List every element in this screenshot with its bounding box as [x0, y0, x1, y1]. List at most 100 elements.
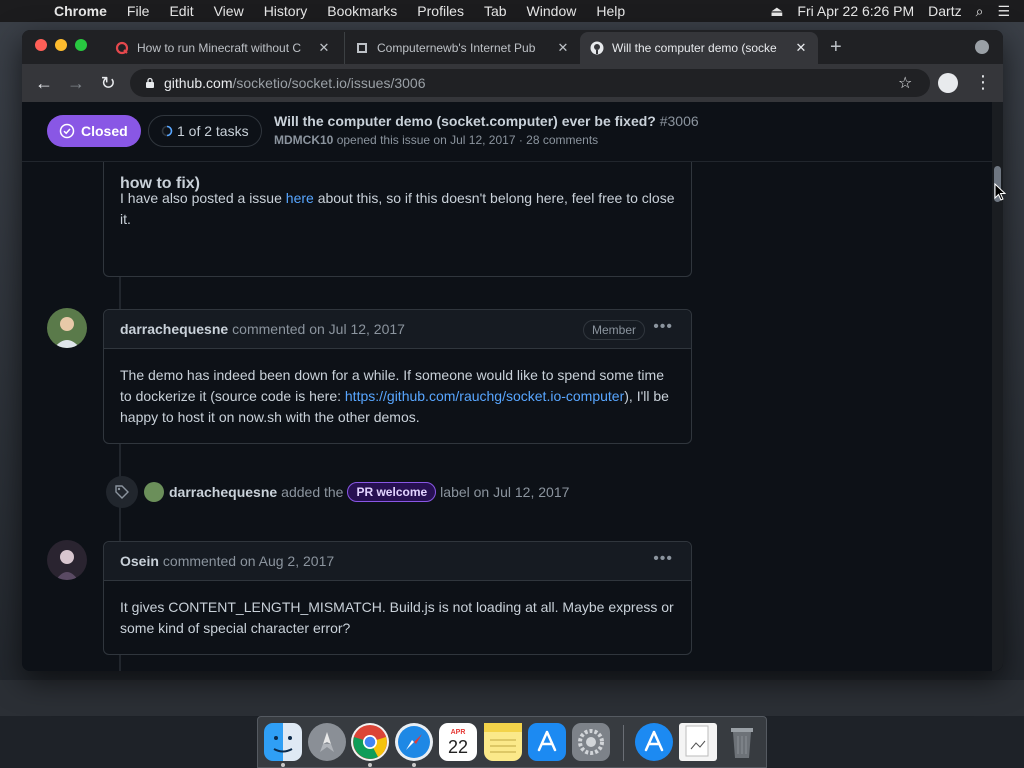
avatar[interactable]	[144, 482, 164, 502]
sticky-issue-header: Closed 1 of 2 tasks Will the computer de…	[22, 102, 992, 162]
reload-icon[interactable]: ↻	[95, 70, 121, 96]
event-text: added the	[281, 484, 344, 500]
issue-link[interactable]: here	[286, 190, 314, 206]
app-store-icon[interactable]	[528, 723, 566, 761]
dock-separator	[623, 725, 624, 761]
close-tab-icon[interactable]: ✕	[792, 40, 810, 56]
menu-file[interactable]: File	[127, 3, 150, 19]
member-badge: Member	[582, 320, 645, 340]
source-code-link[interactable]: https://github.com/rauchg/socket.io-comp…	[345, 388, 624, 404]
menu-window[interactable]: Window	[527, 3, 577, 19]
running-indicator	[412, 763, 416, 767]
comment-header: Osein commented on Aug 2, 2017 •••	[104, 542, 691, 581]
chrome-menu-icon[interactable]: ⋮	[974, 72, 992, 93]
minimize-window-button[interactable]	[55, 39, 67, 51]
menu-history[interactable]: History	[264, 3, 308, 19]
avatar[interactable]	[47, 540, 87, 580]
system-preferences-icon[interactable]	[572, 723, 610, 761]
avatar[interactable]	[47, 308, 87, 348]
task-progress[interactable]: 1 of 2 tasks	[148, 115, 262, 147]
issue-number: #3006	[659, 113, 699, 129]
tab-strip: How to run Minecraft without C ✕ Compute…	[22, 30, 1003, 64]
comment-date[interactable]: commented on Jul 12, 2017	[232, 321, 405, 337]
check-circle-icon	[59, 123, 75, 139]
timeline-line	[119, 277, 121, 309]
issue-author[interactable]: MDMCK10	[274, 133, 333, 147]
dock: APR 22	[257, 716, 767, 768]
control-center-icon[interactable]: ☰	[997, 3, 1010, 20]
pub-icon	[355, 41, 369, 55]
label-event: darrachequesne added the PR welcome labe…	[106, 476, 569, 508]
github-issue-page: how to fix) I have also posted a issue h…	[22, 102, 1003, 671]
close-tab-icon[interactable]: ✕	[315, 40, 333, 56]
address-bar[interactable]: github.com/socketio/socket.io/issues/300…	[130, 69, 930, 97]
comment-options-icon[interactable]: •••	[653, 318, 673, 336]
running-indicator	[368, 763, 372, 767]
profile-avatar-icon[interactable]	[938, 73, 958, 93]
calendar-icon[interactable]: APR 22	[439, 723, 477, 761]
menubar-clock[interactable]: Fri Apr 22 6:26 PM	[797, 3, 914, 19]
menu-edit[interactable]: Edit	[169, 3, 193, 19]
progress-ring-icon	[161, 125, 173, 137]
app-menu[interactable]: Chrome	[54, 3, 107, 19]
back-icon[interactable]: ←	[31, 70, 57, 96]
mouse-pointer-icon	[994, 183, 1006, 201]
close-tab-icon[interactable]: ✕	[554, 40, 572, 56]
url-path: /socketio/socket.io/issues/3006	[232, 75, 426, 91]
tab-title: How to run Minecraft without C	[137, 41, 302, 55]
tab-search-icon[interactable]	[975, 40, 989, 54]
comment-header: darrachequesne commented on Jul 12, 2017…	[104, 310, 691, 349]
comment-author[interactable]: darrachequesne	[120, 321, 228, 337]
forward-icon[interactable]: →	[63, 70, 89, 96]
calendar-month: APR	[450, 728, 466, 736]
comment-options-icon[interactable]: •••	[653, 550, 673, 568]
notes-icon[interactable]	[484, 723, 522, 761]
tab-title: Computernewb's Internet Pub	[377, 41, 536, 55]
issue-state-badge: Closed	[47, 115, 141, 147]
comment-body: I have also posted a issue here about th…	[104, 188, 691, 230]
quora-icon	[115, 41, 129, 55]
tab-title: Will the computer demo (socke	[612, 41, 777, 55]
event-date: label on Jul 12, 2017	[440, 484, 570, 500]
macos-menu-bar: Chrome File Edit View History Bookmarks …	[0, 0, 1024, 22]
menubar-user[interactable]: Dartz	[928, 3, 961, 19]
github-icon	[590, 41, 604, 55]
url-host: github.com	[164, 75, 233, 91]
tab-minecraft[interactable]: How to run Minecraft without C ✕	[105, 32, 341, 64]
spotlight-icon[interactable]: ⌕	[976, 3, 984, 20]
browser-window: How to run Minecraft without C ✕ Compute…	[22, 30, 1003, 671]
tab-computernewb[interactable]: Computernewb's Internet Pub ✕	[344, 32, 580, 64]
menu-profiles[interactable]: Profiles	[417, 3, 464, 19]
comment-body: It gives CONTENT_LENGTH_MISMATCH. Build.…	[120, 599, 674, 636]
chrome-icon[interactable]	[351, 723, 389, 761]
menu-bookmarks[interactable]: Bookmarks	[327, 3, 397, 19]
menu-tab[interactable]: Tab	[484, 3, 507, 19]
pr-welcome-label[interactable]: PR welcome	[347, 482, 437, 502]
trash-icon[interactable]	[723, 723, 761, 761]
event-author[interactable]: darrachequesne	[169, 484, 277, 500]
comment-date[interactable]: commented on Aug 2, 2017	[163, 553, 334, 569]
finder-icon[interactable]	[264, 723, 302, 761]
comment-body: The demo has indeed been down for a whil…	[104, 349, 691, 444]
issue-state-label: Closed	[81, 123, 128, 139]
preview-document-icon[interactable]	[679, 723, 717, 761]
timeline-line	[119, 655, 121, 671]
running-indicator	[281, 763, 285, 767]
launchpad-icon[interactable]	[308, 723, 346, 761]
safari-icon[interactable]	[395, 723, 433, 761]
eject-icon[interactable]: ⏏	[770, 3, 783, 20]
issue-meta: MDMCK10 opened this issue on Jul 12, 201…	[274, 133, 598, 147]
app-store-download-icon[interactable]	[635, 723, 673, 761]
close-window-button[interactable]	[35, 39, 47, 51]
bookmark-star-icon[interactable]: ☆	[898, 73, 912, 93]
menu-help[interactable]: Help	[596, 3, 625, 19]
zoom-window-button[interactable]	[75, 39, 87, 51]
comment-author[interactable]: Osein	[120, 553, 159, 569]
menu-view[interactable]: View	[214, 3, 244, 19]
new-tab-button[interactable]: +	[830, 36, 842, 59]
calendar-day: 22	[447, 736, 469, 757]
lock-icon	[146, 77, 154, 88]
task-progress-label: 1 of 2 tasks	[177, 123, 249, 139]
tab-github-issue[interactable]: Will the computer demo (socke ✕	[580, 32, 818, 64]
comment-osein: Osein commented on Aug 2, 2017 ••• It gi…	[103, 541, 692, 655]
